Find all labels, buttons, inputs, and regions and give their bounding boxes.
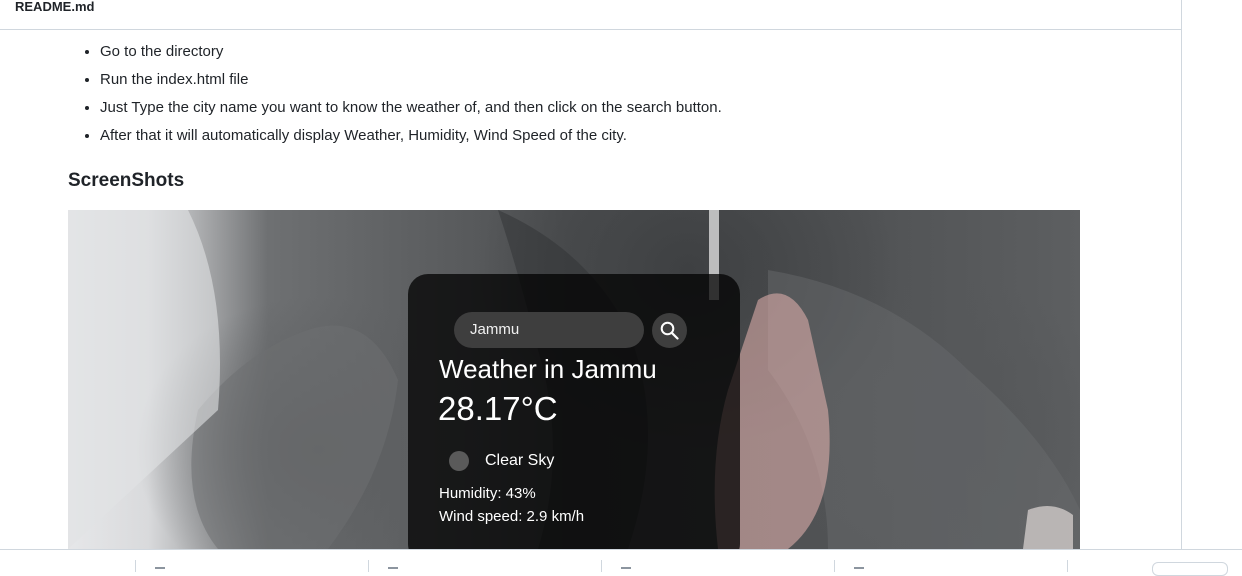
temperature: 28.17°C: [438, 390, 558, 427]
right-divider: [1181, 0, 1182, 549]
search-input[interactable]: Jammu: [454, 312, 644, 348]
file-name[interactable]: README.md: [15, 0, 94, 14]
weather-description: Clear Sky: [485, 452, 555, 469]
toolbar-divider: [135, 560, 136, 572]
search-button[interactable]: [652, 313, 687, 348]
toolbar-divider: [1067, 560, 1068, 572]
screenshot-image: Jammu Weather in Jammu 28.17°C Clear Sky…: [68, 210, 1080, 549]
list-item: After that it will automatically display…: [100, 122, 1080, 150]
list-item: Just Type the city name you want to know…: [100, 94, 1080, 122]
toolbar-divider: [834, 560, 835, 572]
instructions-list: Go to the directory Run the index.html f…: [68, 38, 1080, 150]
section-heading: ScreenShots: [68, 170, 185, 191]
weather-card: Jammu Weather in Jammu 28.17°C Clear Sky…: [408, 274, 740, 549]
toolbar-item[interactable]: [155, 567, 165, 569]
search-value: Jammu: [470, 321, 520, 338]
toolbar-item[interactable]: [388, 567, 398, 569]
weather-icon: [449, 451, 469, 471]
list-item: Run the index.html file: [100, 66, 1080, 94]
readme-body: Go to the directory Run the index.html f…: [68, 38, 1080, 150]
bottom-toolbar: [0, 549, 1242, 576]
toolbar-item[interactable]: [854, 567, 864, 569]
search-icon: [660, 321, 679, 340]
toolbar-item[interactable]: [621, 567, 631, 569]
toolbar-button[interactable]: [1152, 562, 1228, 576]
humidity: Humidity: 43%: [439, 485, 536, 502]
file-header: README.md: [0, 0, 1181, 30]
weather-title: Weather in Jammu: [439, 354, 657, 384]
toolbar-divider: [368, 560, 369, 572]
list-item: Go to the directory: [100, 38, 1080, 66]
toolbar-divider: [601, 560, 602, 572]
wind-speed: Wind speed: 2.9 km/h: [439, 508, 585, 525]
